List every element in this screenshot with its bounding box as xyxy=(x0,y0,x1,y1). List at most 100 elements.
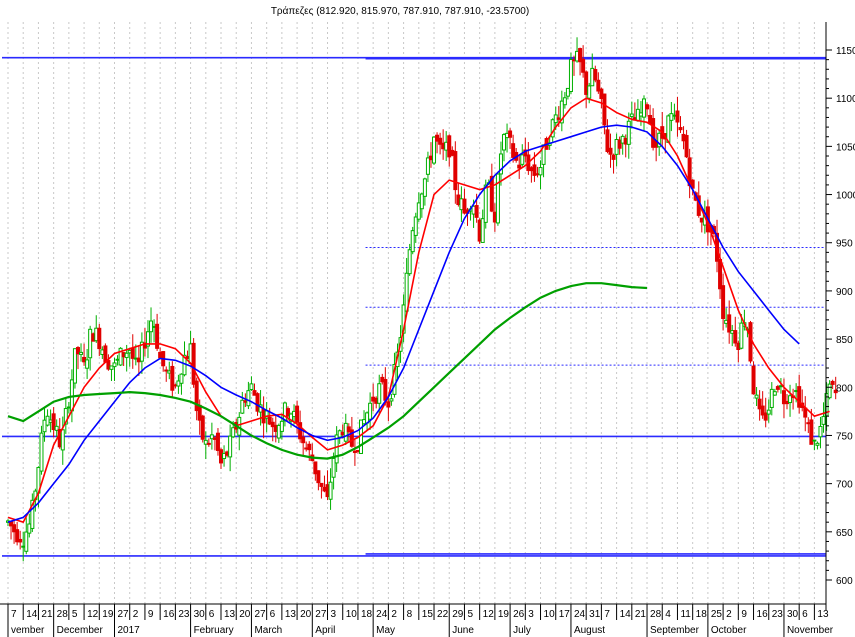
y-tick-label: 650 xyxy=(836,528,853,539)
candle-body xyxy=(389,398,394,402)
x-day-label: 5 xyxy=(467,609,473,620)
x-month-label: February xyxy=(194,625,234,636)
candle-body xyxy=(678,127,683,131)
x-day-label: 21 xyxy=(41,609,53,620)
candle-body xyxy=(483,184,488,223)
candle-body xyxy=(669,113,674,121)
candle-body xyxy=(413,216,418,236)
candle-body xyxy=(386,401,391,408)
x-day-label: 30 xyxy=(787,609,799,620)
candle-body xyxy=(18,538,23,543)
x-day-label: 11 xyxy=(680,609,691,620)
y-tick-label: 1100 xyxy=(836,94,855,105)
x-day-label: 13 xyxy=(224,609,236,620)
candle-body xyxy=(626,120,631,145)
candle-body xyxy=(602,93,607,126)
x-day-label: 24 xyxy=(574,609,586,620)
x-day-label: 20 xyxy=(239,609,251,620)
candle-body xyxy=(307,443,312,451)
y-tick-label: 900 xyxy=(836,287,853,298)
x-day-label: 18 xyxy=(361,609,373,620)
price-chart: Τράπεζες (812.920, 815.970, 787.910, 787… xyxy=(0,0,855,637)
x-day-label: 13 xyxy=(285,609,297,620)
y-tick-label: 850 xyxy=(836,335,853,346)
candle-body xyxy=(721,285,726,319)
x-day-label: 16 xyxy=(757,609,769,620)
x-day-label: 9 xyxy=(741,609,747,620)
candle-body xyxy=(328,481,333,500)
y-tick-label: 800 xyxy=(836,383,853,394)
candle-body xyxy=(246,390,251,407)
x-day-label: 6 xyxy=(270,609,276,620)
candle-body xyxy=(611,154,616,160)
candle-body xyxy=(751,365,756,395)
candle-body xyxy=(815,442,820,446)
candle-body xyxy=(718,259,723,290)
x-month-label: November xyxy=(787,625,834,636)
candle-body xyxy=(319,482,324,487)
candle-body xyxy=(754,394,759,399)
x-day-label: 10 xyxy=(544,609,556,620)
candle-body xyxy=(538,167,543,176)
candle-body xyxy=(818,425,823,438)
x-day-label: 3 xyxy=(528,609,534,620)
y-tick-label: 1150 xyxy=(836,46,855,57)
candle-body xyxy=(827,383,832,399)
x-day-label: 19 xyxy=(102,609,114,620)
candle-body xyxy=(301,436,306,444)
x-day-label: 18 xyxy=(696,609,708,620)
candle-body xyxy=(97,327,102,350)
x-day-label: 21 xyxy=(635,609,647,620)
candle-body xyxy=(568,59,573,92)
x-day-label: 28 xyxy=(57,609,69,620)
x-day-label: 24 xyxy=(376,609,388,620)
x-day-label: 6 xyxy=(209,609,215,620)
candle-body xyxy=(130,347,135,359)
x-day-label: 25 xyxy=(711,609,723,620)
candle-body xyxy=(377,383,382,404)
x-month-label: December xyxy=(57,625,104,636)
x-day-label: 7 xyxy=(604,609,610,620)
candle-body xyxy=(112,362,117,368)
x-day-label: 23 xyxy=(178,609,190,620)
x-day-label: 27 xyxy=(315,609,327,620)
candle-body xyxy=(39,432,44,472)
y-tick-label: 600 xyxy=(836,576,853,587)
y-tick-label: 1000 xyxy=(836,191,855,202)
x-day-label: 9 xyxy=(148,609,154,620)
candle-body xyxy=(124,352,129,359)
candle-body xyxy=(103,345,108,363)
y-tick-label: 750 xyxy=(836,431,853,442)
candle-body xyxy=(733,330,738,344)
candle-body xyxy=(587,85,592,99)
candle-body xyxy=(179,373,184,384)
x-day-label: 31 xyxy=(589,609,601,620)
x-day-label: 30 xyxy=(194,609,206,620)
candle-body xyxy=(279,420,284,432)
x-day-label: 20 xyxy=(300,609,312,620)
chart-title: Τράπεζες (812.920, 815.970, 787.910, 787… xyxy=(271,5,529,17)
x-day-label: 26 xyxy=(513,609,525,620)
x-day-label: 12 xyxy=(87,609,99,620)
y-tick-label: 1050 xyxy=(836,142,855,153)
candle-body xyxy=(215,432,220,451)
candle-body xyxy=(155,323,160,349)
candle-body xyxy=(562,97,567,106)
x-day-label: 8 xyxy=(407,609,413,620)
candle-body xyxy=(821,416,826,425)
x-day-label: 23 xyxy=(772,609,784,620)
candle-body xyxy=(727,314,732,333)
x-day-label: 29 xyxy=(452,609,464,620)
candle-body xyxy=(79,351,84,355)
x-month-label: June xyxy=(452,625,474,636)
x-day-label: 16 xyxy=(163,609,175,620)
x-day-label: 19 xyxy=(498,609,510,620)
candle-body xyxy=(593,69,598,81)
x-day-label: 12 xyxy=(483,609,495,620)
x-month-label: 2017 xyxy=(118,625,141,636)
x-day-label: 22 xyxy=(437,609,449,620)
candle-body xyxy=(200,415,205,440)
x-month-label: July xyxy=(513,625,531,636)
candle-body xyxy=(316,470,321,484)
candle-body xyxy=(422,178,427,197)
